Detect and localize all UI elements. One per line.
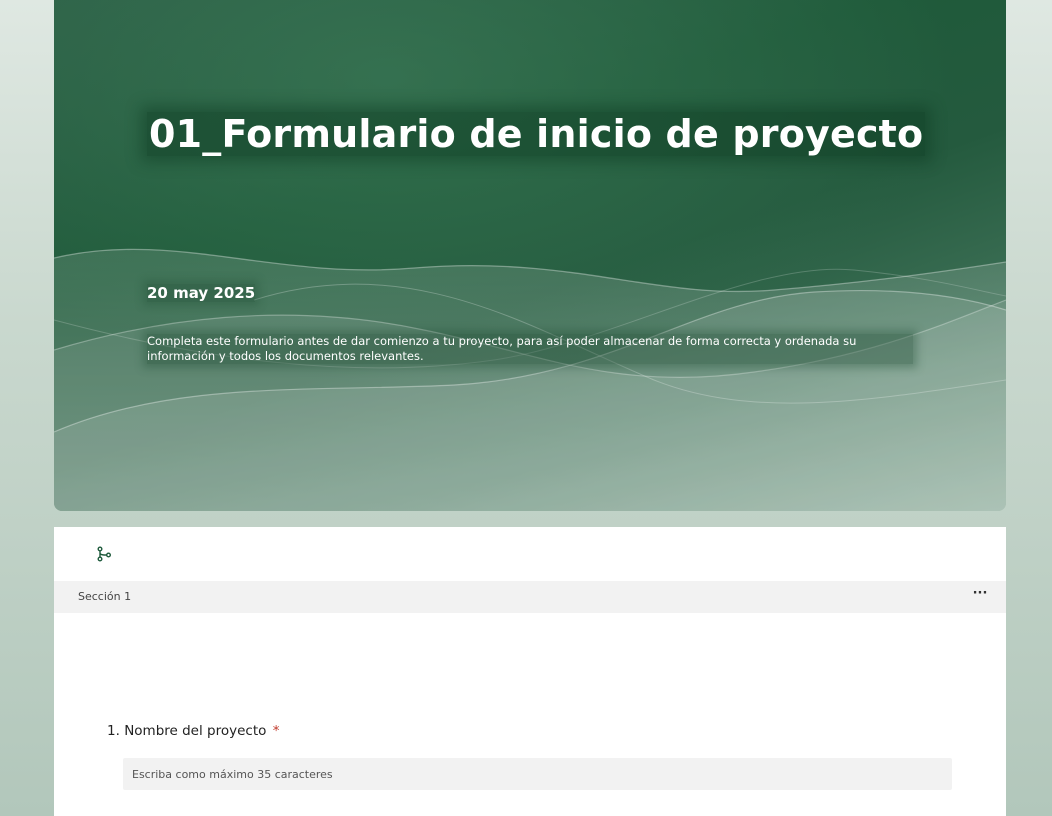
question-title: 1. Nombre del proyecto * bbox=[107, 723, 279, 739]
question-label: Nombre del proyecto bbox=[124, 723, 267, 739]
form-date: 20 may 2025 bbox=[147, 284, 256, 302]
form-body: Sección 1 ··· 1. Nombre del proyecto * bbox=[54, 527, 1006, 816]
section-header: Sección 1 ··· bbox=[54, 581, 1006, 613]
required-marker: * bbox=[272, 723, 280, 739]
form-description: Completa este formulario antes de dar co… bbox=[147, 334, 913, 364]
form-title: 01_Formulario de inicio de proyecto bbox=[147, 112, 926, 156]
branching-icon[interactable] bbox=[96, 546, 112, 562]
more-options-button[interactable]: ··· bbox=[970, 585, 990, 607]
form-header-banner: 01_Formulario de inicio de proyecto 20 m… bbox=[54, 0, 1006, 511]
project-name-input[interactable] bbox=[123, 758, 952, 790]
question-number: 1. bbox=[107, 723, 120, 739]
section-label: Sección 1 bbox=[78, 590, 132, 603]
wave-background bbox=[54, 0, 1006, 511]
